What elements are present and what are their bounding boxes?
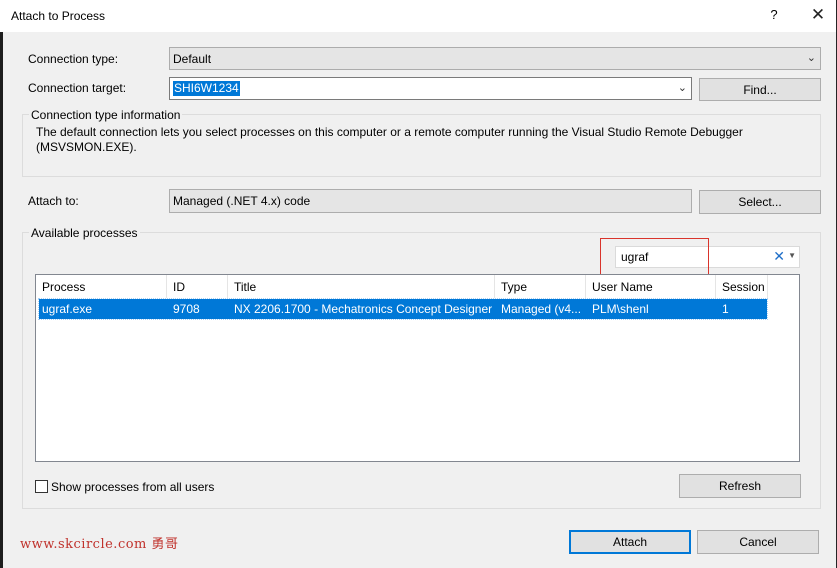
available-processes-title: Available processes (29, 226, 140, 240)
chevron-down-icon[interactable]: ⌄ (678, 81, 687, 94)
close-button[interactable]: ✕ (806, 4, 830, 26)
cell-process: ugraf.exe (42, 302, 93, 316)
attach-button[interactable]: Attach (569, 530, 691, 554)
cell-user-name: PLM\shenl (592, 302, 649, 316)
connection-type-label: Connection type: (28, 52, 119, 66)
cell-id: 9708 (173, 302, 200, 316)
connection-info-title: Connection type information (29, 108, 183, 122)
attach-to-label: Attach to: (28, 194, 79, 208)
connection-type-combo[interactable]: Default ⌄ (169, 47, 821, 70)
column-header-title[interactable]: Title (228, 275, 495, 298)
cell-session: 1 (722, 302, 729, 316)
refresh-button[interactable]: Refresh (679, 474, 801, 498)
connection-target-value[interactable]: SHI6W1234 (173, 81, 240, 96)
clear-filter-icon[interactable]: ✕ (773, 248, 785, 265)
filter-dropdown-icon[interactable]: ▼ (788, 251, 796, 260)
column-header-process[interactable]: Process (36, 275, 167, 298)
find-button[interactable]: Find... (699, 78, 821, 101)
process-list-header: Process ID Title Type User Name Session (36, 275, 799, 298)
watermark-text: www.skcircle.com 勇哥 (20, 537, 179, 552)
column-header-type[interactable]: Type (495, 275, 586, 298)
cell-type: Managed (v4... (501, 302, 582, 316)
connection-info-group (22, 114, 821, 177)
attach-to-field: Managed (.NET 4.x) code (169, 189, 692, 213)
show-all-users-label[interactable]: Show processes from all users (51, 480, 214, 494)
column-header-user-name[interactable]: User Name (586, 275, 716, 298)
cancel-button[interactable]: Cancel (697, 530, 819, 554)
background-edge (0, 32, 3, 568)
connection-info-text: The default connection lets you select p… (36, 125, 743, 139)
title-bar: Attach to Process ? ✕ (0, 0, 836, 32)
column-header-id[interactable]: ID (167, 275, 228, 298)
chevron-down-icon: ⌄ (806, 52, 816, 64)
connection-target-combo[interactable]: SHI6W1234 ⌄ (169, 77, 692, 100)
help-button[interactable]: ? (767, 7, 781, 23)
column-header-session[interactable]: Session (716, 275, 768, 298)
annotation-highlight-box (600, 238, 709, 275)
cell-title: NX 2206.1700 - Mechatronics Concept Desi… (234, 302, 493, 316)
show-all-users-checkbox[interactable] (35, 480, 48, 493)
connection-type-value: Default (173, 52, 212, 66)
connection-target-label: Connection target: (28, 81, 127, 95)
window-title: Attach to Process (11, 9, 106, 23)
attach-to-value: Managed (.NET 4.x) code (173, 194, 311, 208)
select-code-type-button[interactable]: Select... (699, 190, 821, 214)
table-row[interactable]: ugraf.exe 9708 NX 2206.1700 - Mechatroni… (38, 298, 768, 320)
attach-to-process-dialog: Attach to Process ? ✕ Connection type: D… (0, 0, 836, 568)
process-list[interactable]: Process ID Title Type User Name Session … (35, 274, 800, 462)
connection-info-text-cont: (MSVSMON.EXE). (36, 140, 137, 154)
